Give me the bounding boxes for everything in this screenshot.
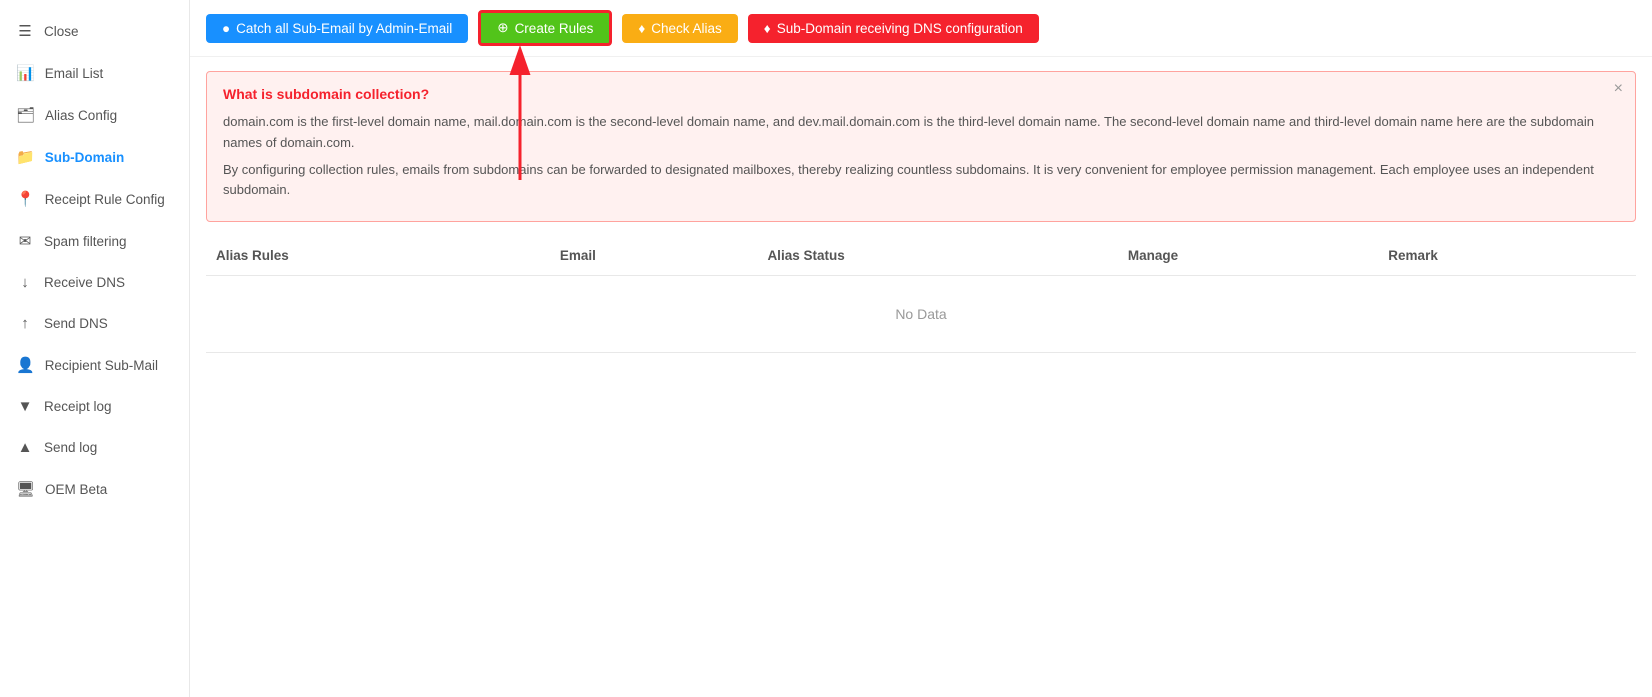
toolbar: ● Catch all Sub-Email by Admin-Email ⊕ Crea…: [190, 0, 1652, 57]
table-col-email: Email: [550, 236, 758, 276]
create-rules-icon: ⊕: [497, 20, 508, 36]
sidebar-label-close: Close: [44, 24, 79, 39]
check-alias-label: Check Alias: [651, 21, 722, 36]
catch-all-icon: ●: [222, 21, 230, 36]
sub-domain-dns-button[interactable]: ♦ Sub-Domain receiving DNS configuration: [748, 14, 1039, 43]
sidebar-label-receipt-log: Receipt log: [44, 399, 112, 414]
sidebar-item-receipt-log[interactable]: ▼ Receipt log: [0, 386, 189, 427]
catch-all-label: Catch all Sub-Email by Admin-Email: [236, 21, 452, 36]
info-box: × What is subdomain collection? domain.c…: [206, 71, 1636, 222]
sidebar-icon-close: ☰: [16, 22, 34, 40]
sidebar-icon-recipient-sub-mail: 👤: [16, 356, 35, 374]
info-box-title: What is subdomain collection?: [223, 86, 1619, 102]
info-box-paragraph-1: By configuring collection rules, emails …: [223, 160, 1619, 202]
sidebar-icon-oem-beta: 🖥: [16, 480, 35, 498]
table-col-remark: Remark: [1378, 236, 1636, 276]
sidebar-label-receipt-rule-config: Receipt Rule Config: [45, 192, 165, 207]
sidebar-icon-receipt-log: ▼: [16, 398, 34, 415]
sidebar-item-send-log[interactable]: ▲ Send log: [0, 427, 189, 468]
table-no-data-row: No Data: [206, 276, 1636, 353]
sidebar-label-send-log: Send log: [44, 440, 97, 455]
sidebar-item-sub-domain[interactable]: 📁 Sub-Domain: [0, 136, 189, 178]
sidebar-label-recipient-sub-mail: Recipient Sub-Mail: [45, 358, 158, 373]
table-body: No Data: [206, 276, 1636, 353]
sidebar-icon-send-log: ▲: [16, 439, 34, 456]
table-col-alias-status: Alias Status: [757, 236, 1117, 276]
create-rules-button[interactable]: ⊕ Create Rules: [478, 10, 612, 46]
sidebar-item-recipient-sub-mail[interactable]: 👤 Recipient Sub-Mail: [0, 344, 189, 386]
sidebar-icon-receipt-rule-config: 📍: [16, 190, 35, 208]
sidebar-icon-send-dns: ↑: [16, 315, 34, 332]
sidebar-label-receive-dns: Receive DNS: [44, 275, 125, 290]
sidebar-item-send-dns[interactable]: ↑ Send DNS: [0, 303, 189, 344]
sidebar-item-receipt-rule-config[interactable]: 📍 Receipt Rule Config: [0, 178, 189, 220]
info-box-paragraph-0: domain.com is the first-level domain nam…: [223, 112, 1619, 154]
sidebar-icon-sub-domain: 📁: [16, 148, 35, 166]
create-rules-label: Create Rules: [515, 21, 594, 36]
sidebar-item-email-list[interactable]: 📊 Email List: [0, 52, 189, 94]
catch-all-button[interactable]: ● Catch all Sub-Email by Admin-Email: [206, 14, 468, 43]
check-alias-button[interactable]: ♦ Check Alias: [622, 14, 737, 43]
sidebar-item-close[interactable]: ☰ Close: [0, 10, 189, 52]
sidebar-item-receive-dns[interactable]: ↓ Receive DNS: [0, 262, 189, 303]
sidebar-label-sub-domain: Sub-Domain: [45, 150, 125, 165]
main-content: ● Catch all Sub-Email by Admin-Email ⊕ Crea…: [190, 0, 1652, 697]
table-header: Alias RulesEmailAlias StatusManageRemark: [206, 236, 1636, 276]
sidebar-icon-spam-filtering: ✉: [16, 232, 34, 250]
alias-table: Alias RulesEmailAlias StatusManageRemark…: [206, 236, 1636, 353]
sidebar-label-alias-config: Alias Config: [45, 108, 117, 123]
sidebar-item-alias-config[interactable]: 🗂 Alias Config: [0, 94, 189, 136]
sidebar-label-oem-beta: OEM Beta: [45, 482, 107, 497]
table-col-manage: Manage: [1118, 236, 1378, 276]
table-col-alias-rules: Alias Rules: [206, 236, 550, 276]
sidebar-icon-email-list: 📊: [16, 64, 35, 82]
check-alias-icon: ♦: [638, 21, 645, 36]
sidebar-item-oem-beta[interactable]: 🖥 OEM Beta: [0, 468, 189, 510]
sidebar: ☰ Close 📊 Email List 🗂 Alias Config 📁 Sub-Domai…: [0, 0, 190, 697]
info-box-paragraphs: domain.com is the first-level domain nam…: [223, 112, 1619, 201]
sidebar-label-spam-filtering: Spam filtering: [44, 234, 127, 249]
table-area: Alias RulesEmailAlias StatusManageRemark…: [190, 236, 1652, 697]
sub-domain-dns-label: Sub-Domain receiving DNS configuration: [777, 21, 1023, 36]
sub-domain-dns-icon: ♦: [764, 21, 771, 36]
sidebar-label-email-list: Email List: [45, 66, 104, 81]
table-no-data-cell: No Data: [206, 276, 1636, 353]
info-box-close-button[interactable]: ×: [1614, 80, 1623, 98]
sidebar-icon-receive-dns: ↓: [16, 274, 34, 291]
sidebar-label-send-dns: Send DNS: [44, 316, 108, 331]
sidebar-item-spam-filtering[interactable]: ✉ Spam filtering: [0, 220, 189, 262]
sidebar-icon-alias-config: 🗂: [16, 106, 35, 124]
table-header-row: Alias RulesEmailAlias StatusManageRemark: [206, 236, 1636, 276]
